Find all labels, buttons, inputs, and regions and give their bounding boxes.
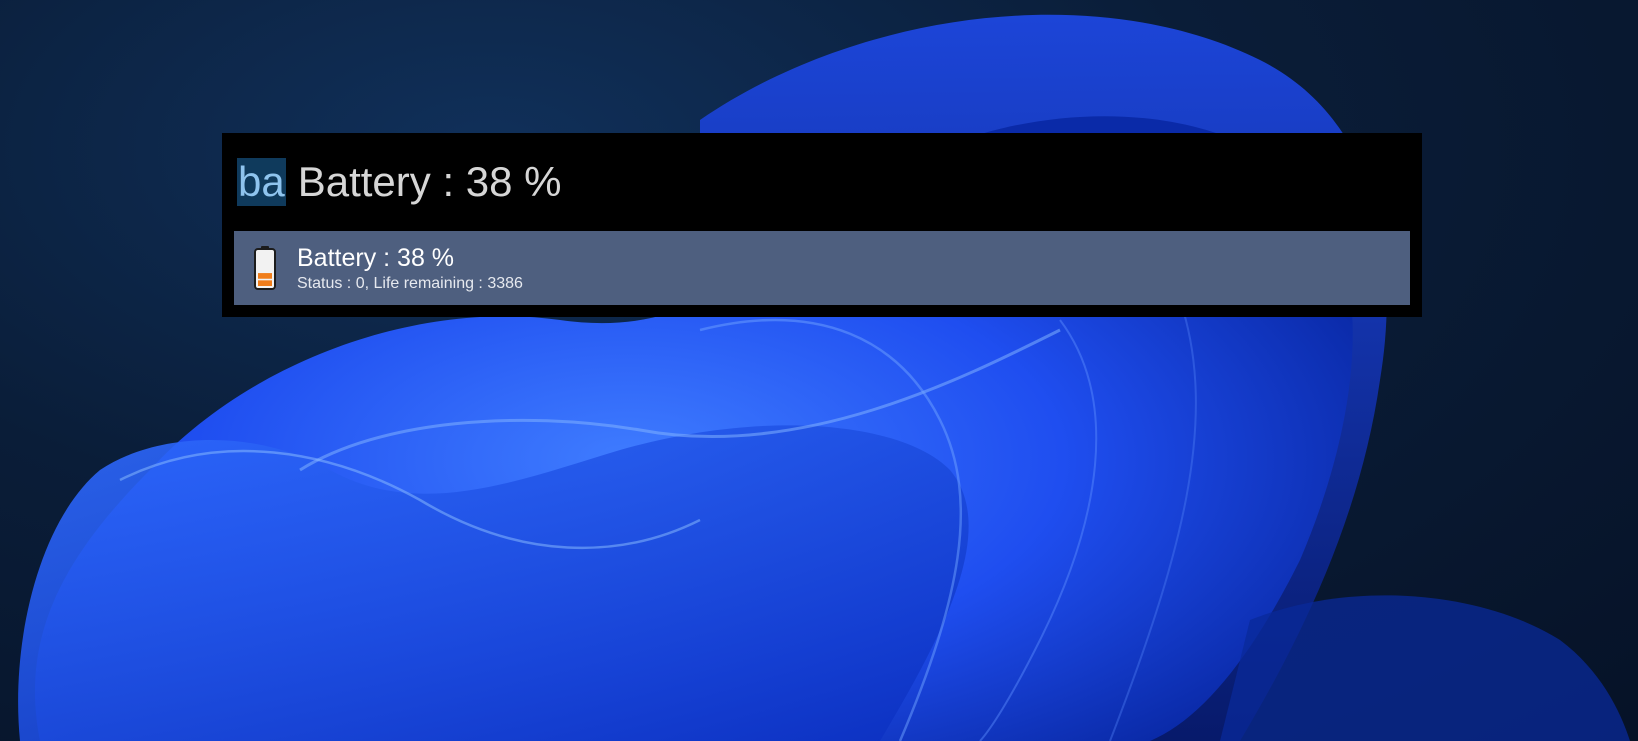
battery-level-divider bbox=[258, 278, 272, 281]
query-typed-text: ba bbox=[237, 158, 286, 206]
result-subtitle: Status : 0, Life remaining : 3386 bbox=[297, 275, 523, 292]
battery-icon bbox=[254, 246, 276, 290]
desktop-wallpaper bbox=[18, 14, 1630, 741]
launcher-window: ba Battery : 38 % Battery : 38 % Status … bbox=[222, 133, 1422, 317]
query-autocomplete-text: Battery : 38 % bbox=[297, 158, 562, 205]
query-input[interactable]: ba Battery : 38 % bbox=[237, 157, 562, 207]
result-title: Battery : 38 % bbox=[297, 244, 455, 272]
result-item-battery[interactable]: Battery : 38 % Status : 0, Life remainin… bbox=[234, 231, 1410, 305]
